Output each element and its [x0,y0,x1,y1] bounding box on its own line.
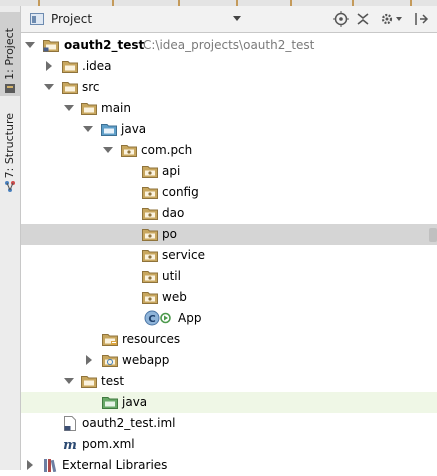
package-icon [142,187,158,199]
package-icon [142,229,158,241]
folder-icon [81,103,97,115]
folder-icon [81,376,97,388]
dropdown-caret-icon [233,16,241,21]
tree-node-label: App [178,311,202,325]
tool-window-strip: 1: Project 7: Structure [0,6,21,470]
tree-node-pkg-util[interactable]: util [21,266,437,287]
tree-node-label: java [122,395,148,409]
tree-node-label: resources [122,332,181,346]
tree-node-pkg-web[interactable]: web [21,287,437,308]
tree-node-label: service [162,248,205,262]
structure-tool-tab-label: 7: Structure [3,112,16,178]
tree-node-project-root[interactable]: oauth2_test C:\idea_projects\oauth2_test [21,35,437,56]
expanded-arrow-icon[interactable] [64,376,74,386]
scroll-from-source-icon[interactable] [332,11,350,27]
tree-node-java-source[interactable]: java [21,119,437,140]
package-icon [142,292,158,304]
tree-node-label: web [162,290,187,304]
project-view-icon [30,13,44,25]
project-tree: oauth2_test C:\idea_projects\oauth2_test… [21,33,437,472]
tree-node-main[interactable]: main [21,98,437,119]
package-icon [142,208,158,220]
expanded-arrow-icon[interactable] [64,103,74,113]
iml-file-icon [64,416,76,431]
tree-node-label: main [101,101,131,115]
module-folder-icon [43,40,59,52]
hide-panel-icon[interactable] [413,11,431,27]
settings-gear-icon[interactable] [379,11,405,27]
tree-node-pkg-api[interactable]: api [21,161,437,182]
tree-node-app-class[interactable]: C App [21,308,437,329]
package-icon [142,271,158,283]
tree-node-label: com.pch [141,143,193,157]
tree-node-label: test [101,374,125,388]
tree-node-webapp[interactable]: webapp [21,350,437,371]
package-icon [142,166,158,178]
tree-node-idea[interactable]: .idea [21,56,437,77]
source-folder-icon [101,124,117,136]
tree-node-package-root[interactable]: com.pch [21,140,437,161]
project-tool-icon [5,84,15,93]
tree-node-label: java [121,122,147,136]
collapse-all-icon[interactable] [354,11,372,27]
tree-node-label: webapp [122,353,170,367]
svg-text:m: m [63,438,77,451]
tree-node-label: dao [162,206,185,220]
tree-node-label: config [162,185,199,199]
project-tool-tab-label: 1: Project [3,28,16,80]
expanded-arrow-icon[interactable] [44,82,54,92]
project-root-path: C:\idea_projects\oauth2_test [143,38,315,52]
collapsed-arrow-icon[interactable] [25,460,35,470]
project-tool-tab[interactable]: 1: Project [0,12,20,96]
expanded-arrow-icon[interactable] [25,40,35,50]
svg-text:C: C [148,314,155,325]
tree-node-pkg-service[interactable]: service [21,245,437,266]
package-icon [121,145,137,157]
class-icon: C [144,310,160,326]
project-panel-header: Project [21,6,437,33]
tree-node-label: api [162,164,181,178]
maven-icon: m [63,438,77,451]
tree-node-resources[interactable]: resources [21,329,437,350]
test-source-folder-icon [102,397,118,409]
tree-node-test[interactable]: test [21,371,437,392]
view-selector-label: Project [51,12,93,26]
tree-scrollbar-thumb[interactable] [429,228,437,242]
tree-node-pkg-config[interactable]: config [21,182,437,203]
tree-node-label: .idea [82,59,112,73]
tree-node-label: util [162,269,181,283]
folder-icon [62,61,78,73]
folder-icon [62,82,78,94]
expanded-arrow-icon[interactable] [83,124,93,134]
tree-node-external-libraries[interactable]: External Libraries [21,455,437,476]
tree-node-test-java[interactable]: java [21,392,437,413]
project-root-name: oauth2_test [64,38,145,52]
collapsed-arrow-icon[interactable] [44,61,54,71]
tree-node-iml-file[interactable]: oauth2_test.iml [21,413,437,434]
tree-node-pom-file[interactable]: m pom.xml [21,434,437,455]
tree-node-label: po [162,227,177,241]
resources-folder-icon [102,334,118,346]
collapsed-arrow-icon[interactable] [84,355,94,365]
structure-icon [5,181,15,192]
tree-node-pkg-dao[interactable]: dao [21,203,437,224]
package-icon [142,250,158,262]
tree-node-src[interactable]: src [21,77,437,98]
structure-tool-tab[interactable]: 7: Structure [0,102,20,194]
web-folder-icon [102,355,118,367]
tree-node-pkg-po[interactable]: po [21,224,437,245]
expanded-arrow-icon[interactable] [103,145,113,155]
tree-node-label: pom.xml [82,437,135,451]
view-selector-dropdown[interactable]: Project [27,10,243,28]
tree-node-label: oauth2_test.iml [82,416,176,430]
tree-node-label: src [82,80,100,94]
run-config-icon [160,312,171,324]
